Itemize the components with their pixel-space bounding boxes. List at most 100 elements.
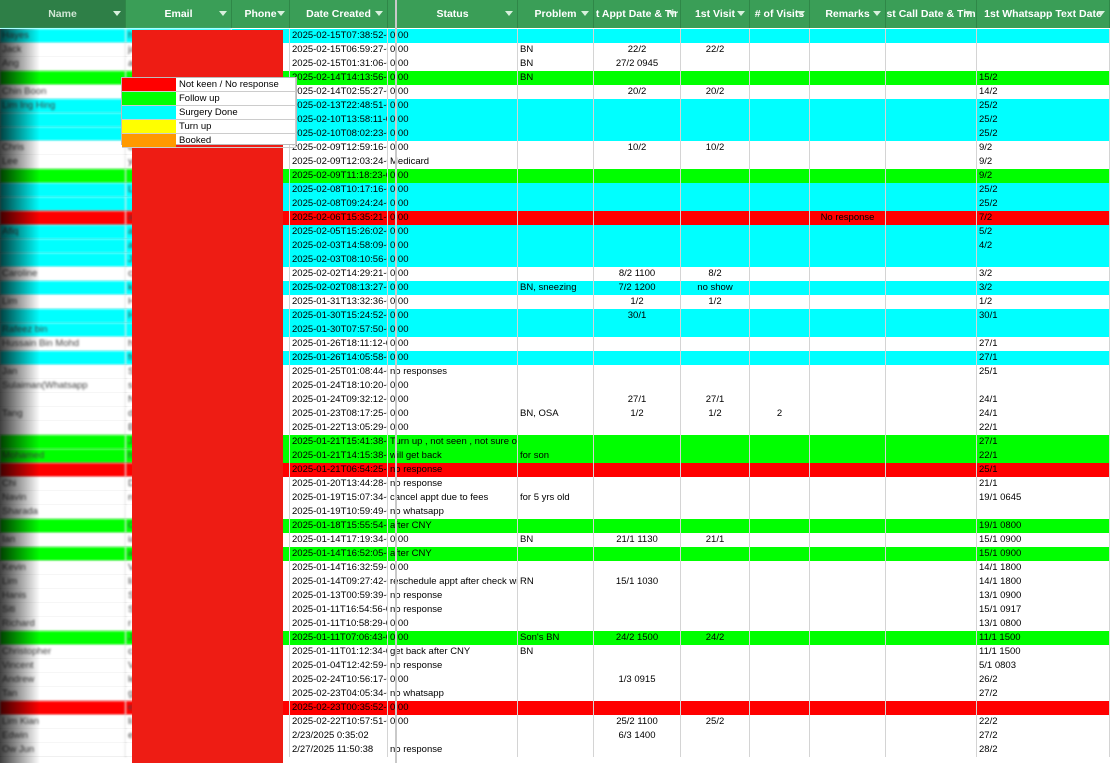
cell-date-created[interactable]: 2025-01-21T06:54:25-0 bbox=[290, 463, 388, 477]
cell-problem[interactable] bbox=[518, 99, 594, 113]
cell-problem[interactable] bbox=[518, 211, 594, 225]
cell-whatsapp-date[interactable]: 22/2 bbox=[977, 715, 1110, 729]
cell-call-date[interactable] bbox=[886, 43, 977, 57]
cell-status[interactable]: 0:00 bbox=[388, 85, 518, 99]
cell-first-visit[interactable] bbox=[681, 253, 750, 267]
cell-first-visit[interactable]: 25/2 bbox=[681, 715, 750, 729]
cell-problem[interactable] bbox=[518, 603, 594, 617]
cell-status[interactable]: no whatsapp bbox=[388, 505, 518, 519]
cell-remarks[interactable] bbox=[810, 477, 886, 491]
cell-appt-date[interactable] bbox=[594, 323, 681, 337]
cell-name[interactable]: Chi bbox=[0, 477, 126, 491]
cell-appt-date[interactable] bbox=[594, 127, 681, 141]
cell-call-date[interactable] bbox=[886, 533, 977, 547]
cell-appt-date[interactable] bbox=[594, 701, 681, 715]
cell-problem[interactable] bbox=[518, 85, 594, 99]
cell-whatsapp-date[interactable]: 26/2 bbox=[977, 673, 1110, 687]
cell-whatsapp-date[interactable]: 14/2 bbox=[977, 85, 1110, 99]
cell-visit-count[interactable] bbox=[750, 295, 810, 309]
cell-call-date[interactable] bbox=[886, 169, 977, 183]
cell-whatsapp-date[interactable] bbox=[977, 701, 1110, 715]
cell-whatsapp-date[interactable]: 22/1 bbox=[977, 421, 1110, 435]
cell-visit-count[interactable] bbox=[750, 281, 810, 295]
cell-problem[interactable] bbox=[518, 239, 594, 253]
cell-whatsapp-date[interactable]: 15/1 0900 bbox=[977, 533, 1110, 547]
cell-visit-count[interactable] bbox=[750, 239, 810, 253]
cell-date-created[interactable]: 2/23/2025 0:35:02 bbox=[290, 729, 388, 743]
filter-dropdown-icon[interactable] bbox=[219, 11, 227, 16]
cell-problem[interactable]: Son's BN bbox=[518, 631, 594, 645]
cell-appt-date[interactable] bbox=[594, 365, 681, 379]
cell-date-created[interactable]: 2025-02-08T10:17:16-0 bbox=[290, 183, 388, 197]
cell-status[interactable]: Medicard bbox=[388, 155, 518, 169]
cell-date-created[interactable]: 2025-01-30T07:57:50-0 bbox=[290, 323, 388, 337]
cell-whatsapp-date[interactable]: 3/2 bbox=[977, 267, 1110, 281]
cell-visit-count[interactable] bbox=[750, 127, 810, 141]
cell-appt-date[interactable]: 30/1 bbox=[594, 309, 681, 323]
cell-visit-count[interactable] bbox=[750, 337, 810, 351]
cell-appt-date[interactable]: 1/3 0915 bbox=[594, 673, 681, 687]
filter-dropdown-icon[interactable] bbox=[505, 11, 513, 16]
cell-whatsapp-date[interactable]: 13/1 0900 bbox=[977, 589, 1110, 603]
cell-first-visit[interactable]: no show bbox=[681, 281, 750, 295]
cell-call-date[interactable] bbox=[886, 183, 977, 197]
cell-whatsapp-date[interactable] bbox=[977, 253, 1110, 267]
cell-whatsapp-date[interactable] bbox=[977, 505, 1110, 519]
cell-call-date[interactable] bbox=[886, 729, 977, 743]
cell-status[interactable]: 0:00 bbox=[388, 337, 518, 351]
cell-name[interactable] bbox=[0, 547, 126, 561]
filter-dropdown-icon[interactable] bbox=[964, 11, 972, 16]
cell-remarks[interactable] bbox=[810, 113, 886, 127]
cell-remarks[interactable] bbox=[810, 127, 886, 141]
cell-remarks[interactable] bbox=[810, 631, 886, 645]
cell-date-created[interactable]: 2025-02-10T08:02:23-0 bbox=[290, 127, 388, 141]
cell-problem[interactable] bbox=[518, 267, 594, 281]
cell-whatsapp-date[interactable]: 9/2 bbox=[977, 169, 1110, 183]
cell-problem[interactable] bbox=[518, 113, 594, 127]
cell-whatsapp-date[interactable]: 25/2 bbox=[977, 183, 1110, 197]
cell-call-date[interactable] bbox=[886, 155, 977, 169]
cell-status[interactable]: no responses bbox=[388, 365, 518, 379]
cell-problem[interactable] bbox=[518, 323, 594, 337]
cell-first-visit[interactable] bbox=[681, 603, 750, 617]
cell-appt-date[interactable] bbox=[594, 99, 681, 113]
cell-visit-count[interactable] bbox=[750, 589, 810, 603]
cell-name[interactable]: Mohamed bbox=[0, 449, 126, 463]
cell-first-visit[interactable] bbox=[681, 519, 750, 533]
cell-status[interactable]: reschedule appt after check with bbox=[388, 575, 518, 589]
cell-appt-date[interactable]: 6/3 1400 bbox=[594, 729, 681, 743]
cell-visit-count[interactable]: 2 bbox=[750, 407, 810, 421]
cell-visit-count[interactable] bbox=[750, 155, 810, 169]
cell-call-date[interactable] bbox=[886, 253, 977, 267]
cell-name[interactable] bbox=[0, 127, 126, 141]
cell-problem[interactable] bbox=[518, 253, 594, 267]
cell-date-created[interactable]: 2025-01-11T07:06:43-0 bbox=[290, 631, 388, 645]
cell-appt-date[interactable]: 15/1 1030 bbox=[594, 575, 681, 589]
cell-whatsapp-date[interactable]: 25/2 bbox=[977, 113, 1110, 127]
cell-first-visit[interactable] bbox=[681, 127, 750, 141]
cell-call-date[interactable] bbox=[886, 337, 977, 351]
cell-first-visit[interactable] bbox=[681, 309, 750, 323]
cell-problem[interactable] bbox=[518, 589, 594, 603]
cell-first-visit[interactable] bbox=[681, 225, 750, 239]
cell-whatsapp-date[interactable]: 9/2 bbox=[977, 141, 1110, 155]
cell-name[interactable] bbox=[0, 239, 126, 253]
cell-remarks[interactable] bbox=[810, 407, 886, 421]
cell-name[interactable]: Ang bbox=[0, 57, 126, 71]
column-header-date-created[interactable]: Date Created bbox=[290, 0, 388, 28]
cell-first-visit[interactable] bbox=[681, 491, 750, 505]
cell-status[interactable]: 0:00 bbox=[388, 393, 518, 407]
cell-appt-date[interactable] bbox=[594, 603, 681, 617]
cell-name[interactable]: Tan bbox=[0, 687, 126, 701]
cell-whatsapp-date[interactable]: 11/1 1500 bbox=[977, 645, 1110, 659]
cell-remarks[interactable] bbox=[810, 29, 886, 43]
cell-name[interactable]: Lim Kian bbox=[0, 715, 126, 729]
column-header-status[interactable]: Status bbox=[388, 0, 518, 28]
cell-first-visit[interactable] bbox=[681, 323, 750, 337]
cell-remarks[interactable] bbox=[810, 99, 886, 113]
cell-status[interactable]: 0:00 bbox=[388, 617, 518, 631]
cell-call-date[interactable] bbox=[886, 393, 977, 407]
cell-remarks[interactable] bbox=[810, 393, 886, 407]
cell-call-date[interactable] bbox=[886, 99, 977, 113]
cell-name[interactable]: Chin Boon bbox=[0, 85, 126, 99]
